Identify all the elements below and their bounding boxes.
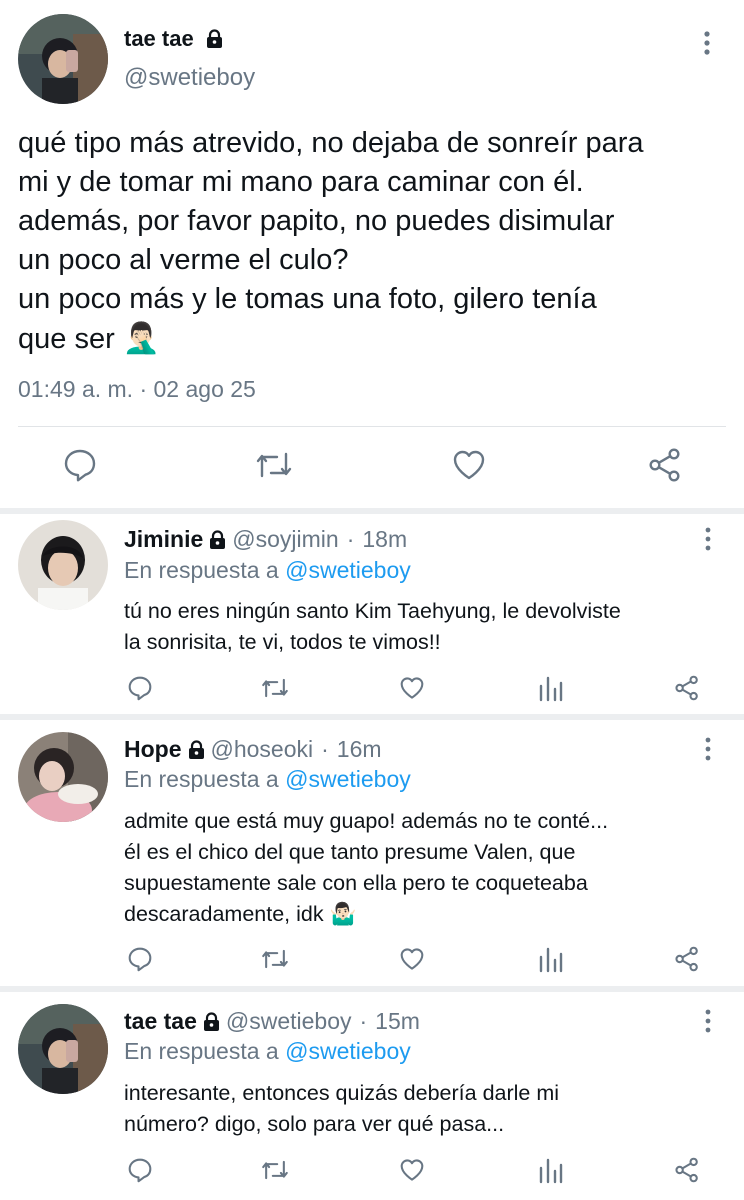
share-icon[interactable] [673,1156,701,1184]
replying-to: En respuesta a @swetieboy [124,1038,411,1065]
shrug-emoji: 🤷🏻‍♂️ [329,902,357,926]
handle[interactable]: @swetieboy [226,1008,352,1035]
handle[interactable]: @swetieboy [124,64,255,92]
replying-prefix: En respuesta a [124,766,279,792]
display-name[interactable]: Hope [124,736,182,763]
reply-header: Hope @hoseoki · 16m [124,736,382,763]
meta-separator: · [321,736,329,762]
retweet-icon[interactable] [260,945,290,973]
display-name[interactable]: Jiminie [124,526,203,553]
mention-link[interactable]: @swetieboy [285,557,411,583]
reply-icon[interactable] [126,1156,154,1184]
views-icon[interactable] [538,1156,564,1184]
reply-icon[interactable] [126,674,154,702]
replying-to: En respuesta a @swetieboy [124,766,411,793]
timestamp[interactable]: 18m [362,526,407,553]
reply-icon[interactable] [126,945,154,973]
more-options-icon[interactable] [697,526,719,552]
reply-item[interactable]: Jiminie @soyjimin · 18m En respuesta a @… [0,514,744,714]
reply-text: admite que está muy guapo! además no te … [124,806,724,930]
views-icon[interactable] [538,674,564,702]
tweet-text: qué tipo más atrevido, no dejaba de sonr… [18,124,730,359]
reply-header: tae tae @swetieboy · 15m [124,1008,420,1035]
views-icon[interactable] [538,945,564,973]
meta-separator: · [359,1008,368,1034]
avatar[interactable] [18,520,108,610]
action-bar [0,945,744,975]
reply-text: interesante, entonces quizás debería dar… [124,1081,560,1136]
mention-link[interactable]: @swetieboy [285,1038,411,1064]
more-options-icon[interactable] [697,736,719,762]
reply-header: Jiminie @soyjimin · 18m [124,526,407,553]
facepalm-emoji: 🤦🏻‍♂️ [122,322,161,355]
tweet-text-body: qué tipo más atrevido, no dejaba de sonr… [18,127,644,355]
like-icon[interactable] [398,945,426,973]
mention-link[interactable]: @swetieboy [285,766,411,792]
lock-icon [188,739,205,760]
handle[interactable]: @soyjimin [232,526,338,553]
more-options-icon[interactable] [692,28,722,58]
action-bar [0,674,744,704]
action-bar [0,446,744,492]
retweet-icon[interactable] [254,446,294,484]
replying-prefix: En respuesta a [124,1038,279,1064]
more-options-icon[interactable] [697,1008,719,1034]
reply-icon[interactable] [61,446,99,484]
display-name[interactable]: tae tae [124,26,229,52]
reply-text-body: admite que está muy guapo! además no te … [124,809,609,926]
timestamp[interactable]: 01:49 a. m. · 02 ago 25 [18,376,256,403]
retweet-icon[interactable] [260,674,290,702]
timestamp[interactable]: 15m [375,1008,420,1035]
share-icon[interactable] [646,446,684,484]
timestamp[interactable]: 16m [337,736,382,763]
lock-icon [209,529,226,550]
like-icon[interactable] [398,1156,426,1184]
share-icon[interactable] [673,674,701,702]
avatar[interactable] [18,14,108,104]
avatar[interactable] [18,1004,108,1094]
display-name[interactable]: tae tae [124,1008,197,1035]
like-icon[interactable] [450,446,488,484]
replying-to: En respuesta a @swetieboy [124,557,411,584]
replying-prefix: En respuesta a [124,557,279,583]
retweet-icon[interactable] [260,1156,290,1184]
action-bar [0,1156,744,1186]
reply-item[interactable]: tae tae @swetieboy · 15m En respuesta a … [0,992,744,1200]
separator [18,426,726,427]
display-name-text: tae tae [124,26,194,51]
handle[interactable]: @hoseoki [211,736,314,763]
lock-icon [203,1011,220,1032]
like-icon[interactable] [398,674,426,702]
meta-separator: · [346,526,355,552]
reply-item[interactable]: Hope @hoseoki · 16m En respuesta a @swet… [0,720,744,986]
avatar[interactable] [18,732,108,822]
share-icon[interactable] [673,945,701,973]
reply-text: tú no eres ningún santo Kim Taehyung, le… [124,599,621,654]
lock-icon [206,29,223,49]
